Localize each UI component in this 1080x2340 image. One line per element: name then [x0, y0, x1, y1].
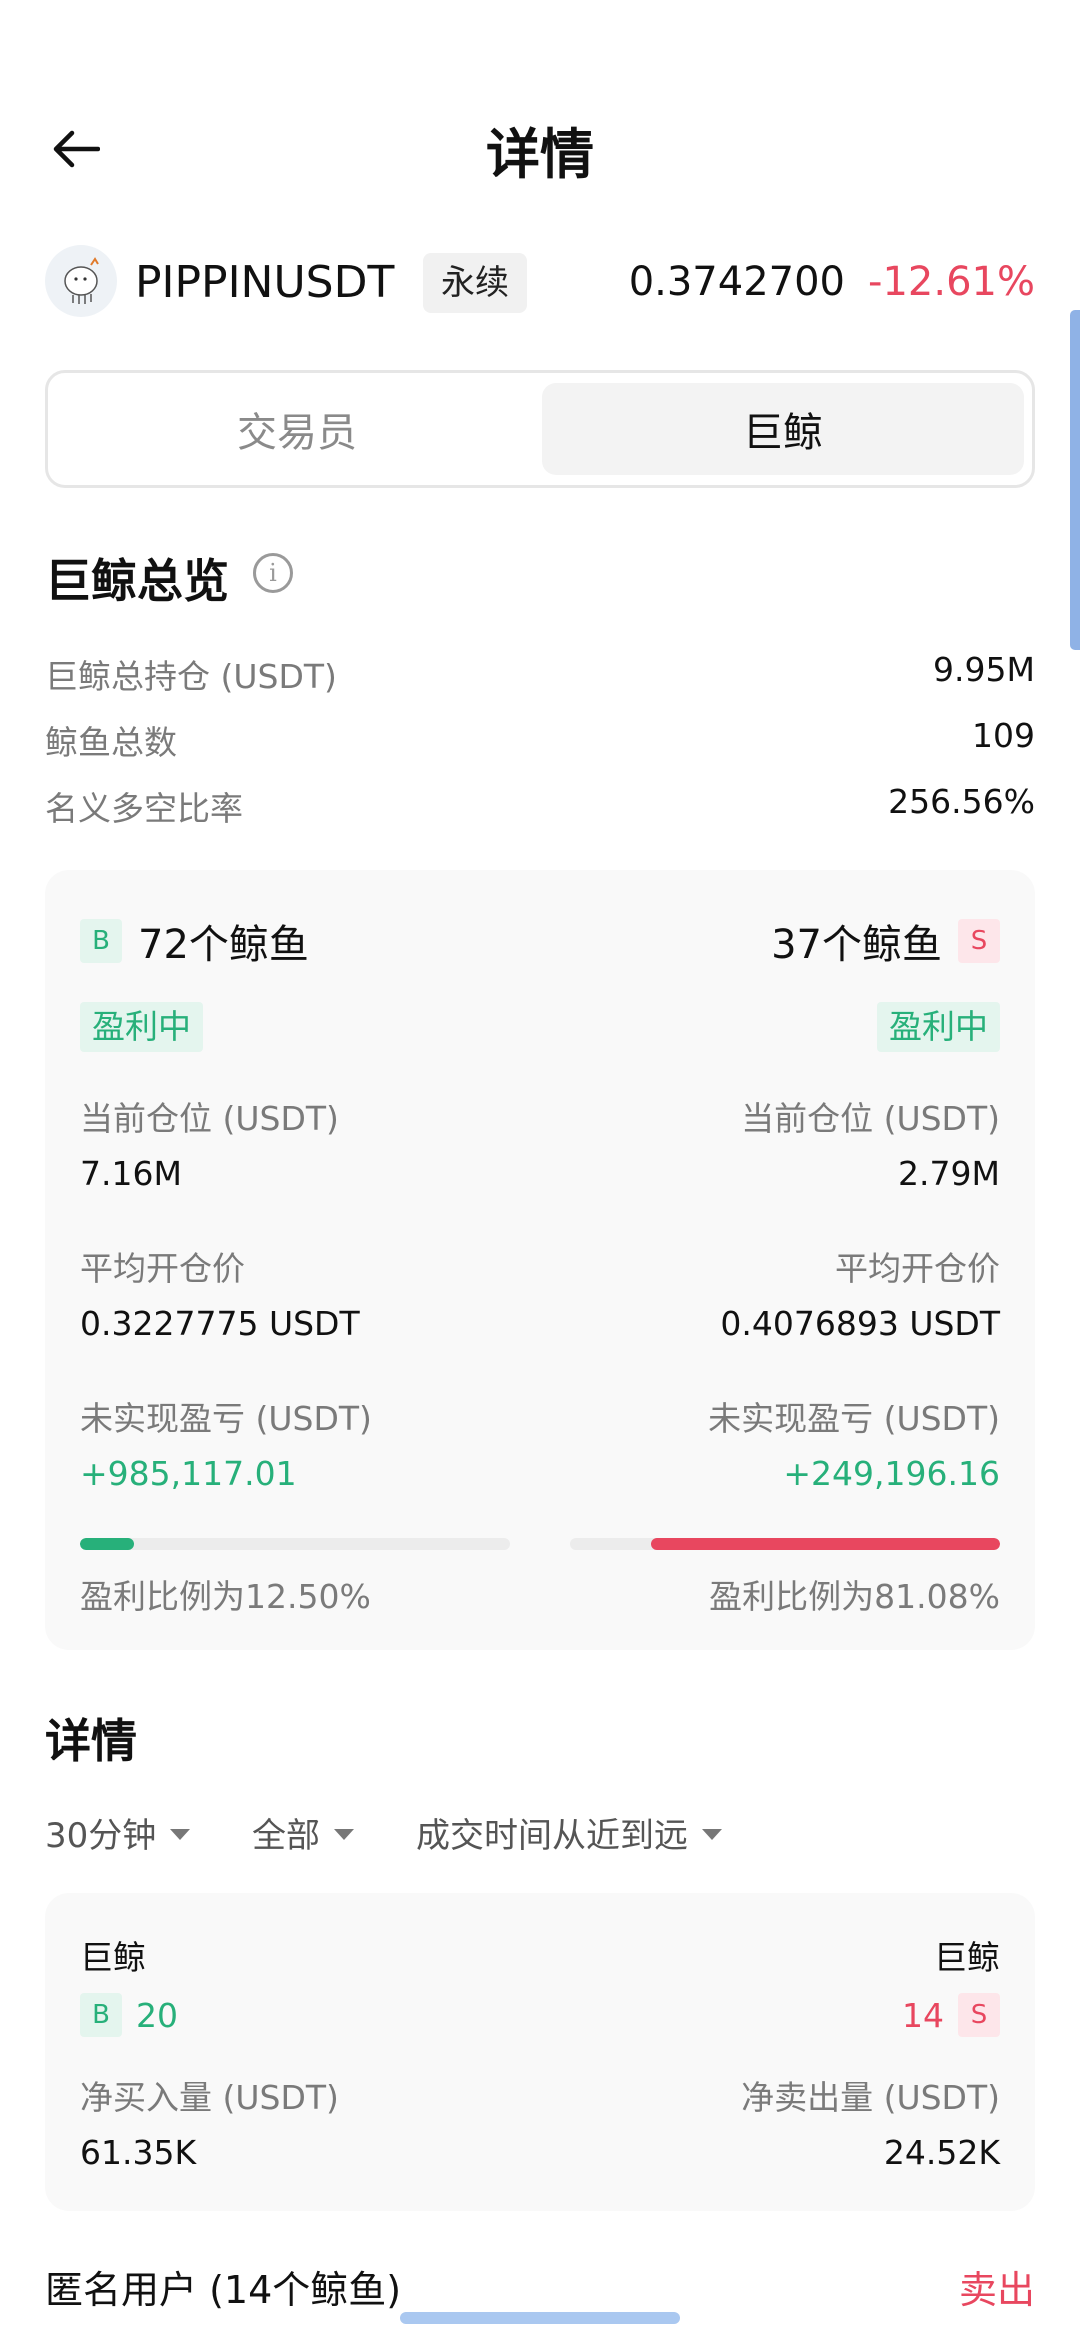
time-filter-label: 30分钟 — [45, 1816, 157, 1856]
overview-label: 巨鲸总持仓 (USDT) — [45, 657, 337, 696]
tab-switcher: 交易员 巨鲸 — [45, 370, 1035, 488]
overview-row: 鲸鱼总数 109 — [45, 716, 1035, 766]
short-avg-price-value: 0.4076893 USDT — [720, 1304, 1000, 1343]
caret-down-icon — [702, 1829, 722, 1840]
last-price: 0.3742700 — [628, 259, 845, 305]
type-filter-dropdown[interactable]: 全部 — [252, 1808, 354, 1857]
net-sell-value: 24.52K — [883, 2133, 1000, 2172]
short-status-badge: 盈利中 — [877, 1002, 1000, 1052]
info-icon[interactable]: i — [253, 553, 293, 593]
short-avg-price-label: 平均开仓价 — [835, 1249, 1000, 1288]
short-header: 37个鲸鱼 S — [771, 912, 1000, 970]
long-avg-price-label: 平均开仓价 — [80, 1249, 245, 1288]
time-filter-dropdown[interactable]: 30分钟 — [45, 1808, 191, 1857]
anonymous-user-label: 匿名用户 (14个鲸鱼) — [45, 2268, 402, 2312]
sell-count: 14 — [902, 1995, 944, 2035]
short-position-value: 2.79M — [898, 1154, 1000, 1193]
long-position-label: 当前仓位 (USDT) — [80, 1099, 339, 1138]
long-whale-count: 72个鲸鱼 — [138, 922, 309, 968]
long-profit-bar — [80, 1538, 510, 1550]
buy-badge: B — [80, 1993, 122, 2037]
net-buy-label: 净买入量 (USDT) — [80, 2078, 339, 2117]
short-position-label: 当前仓位 (USDT) — [741, 1099, 1000, 1138]
long-pnl-label: 未实现盈亏 (USDT) — [80, 1399, 372, 1438]
sell-badge: S — [958, 1993, 1000, 2037]
coin-avatar — [45, 245, 117, 317]
short-profit-bar — [570, 1538, 1000, 1550]
net-buy-value: 61.35K — [80, 2133, 197, 2172]
buy-badge: B — [80, 919, 122, 963]
overview-value: 109 — [972, 716, 1035, 755]
overview-row: 名义多空比率 256.56% — [45, 782, 1035, 832]
short-profit-ratio: 盈利比例为81.08% — [709, 1577, 1000, 1616]
tab-whales[interactable]: 巨鲸 — [542, 383, 1024, 475]
left-whale-title: 巨鲸 — [80, 1938, 146, 1977]
long-position-value: 7.16M — [80, 1154, 182, 1193]
overview-value: 9.95M — [933, 650, 1035, 689]
sort-filter-label: 成交时间从近到远 — [416, 1816, 688, 1856]
buy-count-row: B 20 — [80, 1993, 178, 2037]
overview-label: 名义多空比率 — [45, 789, 243, 828]
overview-value: 256.56% — [888, 782, 1035, 821]
scrollbar-thumb[interactable] — [1070, 310, 1080, 650]
buy-count: 20 — [136, 1995, 178, 2035]
long-header: B 72个鲸鱼 — [80, 912, 309, 970]
short-profit-bar-fill — [651, 1538, 1000, 1550]
long-pnl-value: +985,117.01 — [80, 1454, 297, 1493]
perpetual-tag: 永续 — [423, 253, 527, 313]
net-sell-label: 净卖出量 (USDT) — [741, 2078, 1000, 2117]
sell-badge: S — [958, 919, 1000, 963]
long-profit-bar-fill — [80, 1538, 134, 1550]
overview-label: 鲸鱼总数 — [45, 723, 177, 762]
long-status-badge: 盈利中 — [80, 1002, 203, 1052]
symbol-row: PIPPINUSDT 永续 0.3742700 -12.61% — [45, 245, 1035, 325]
price-change: -12.61% — [868, 259, 1035, 305]
short-pnl-value: +249,196.16 — [783, 1454, 1000, 1493]
sell-side-label: 卖出 — [958, 2268, 1035, 2312]
home-indicator[interactable] — [400, 2312, 680, 2324]
right-whale-title: 巨鲸 — [934, 1938, 1000, 1977]
page-title: 详情 — [486, 123, 594, 186]
long-profit-ratio: 盈利比例为12.50% — [80, 1577, 371, 1616]
overview-title: 巨鲸总览 — [45, 554, 229, 608]
pippin-logo-icon — [64, 257, 99, 304]
type-filter-label: 全部 — [252, 1816, 320, 1856]
short-pnl-label: 未实现盈亏 (USDT) — [708, 1399, 1000, 1438]
long-avg-price-value: 0.3227775 USDT — [80, 1304, 360, 1343]
caret-down-icon — [334, 1829, 354, 1840]
details-card: 巨鲸 B 20 净买入量 (USDT) 61.35K 巨鲸 14 S 净卖出量 … — [45, 1893, 1035, 2211]
sell-count-row: 14 S — [902, 1993, 1000, 2037]
symbol-name[interactable]: PIPPINUSDT — [135, 257, 394, 308]
trade-list-item[interactable]: 匿名用户 (14个鲸鱼) 卖出 — [45, 2255, 1035, 2315]
caret-down-icon — [170, 1829, 191, 1840]
short-whale-count: 37个鲸鱼 — [771, 922, 942, 968]
long-short-card: B 72个鲸鱼 盈利中 当前仓位 (USDT) 7.16M 平均开仓价 0.32… — [45, 870, 1035, 1650]
overview-row: 巨鲸总持仓 (USDT) 9.95M — [45, 650, 1035, 700]
details-title: 详情 — [45, 1714, 137, 1768]
sort-filter-dropdown[interactable]: 成交时间从近到远 — [416, 1808, 722, 1857]
top-bar: 详情 — [0, 100, 1080, 190]
tab-traders[interactable]: 交易员 — [56, 383, 538, 475]
